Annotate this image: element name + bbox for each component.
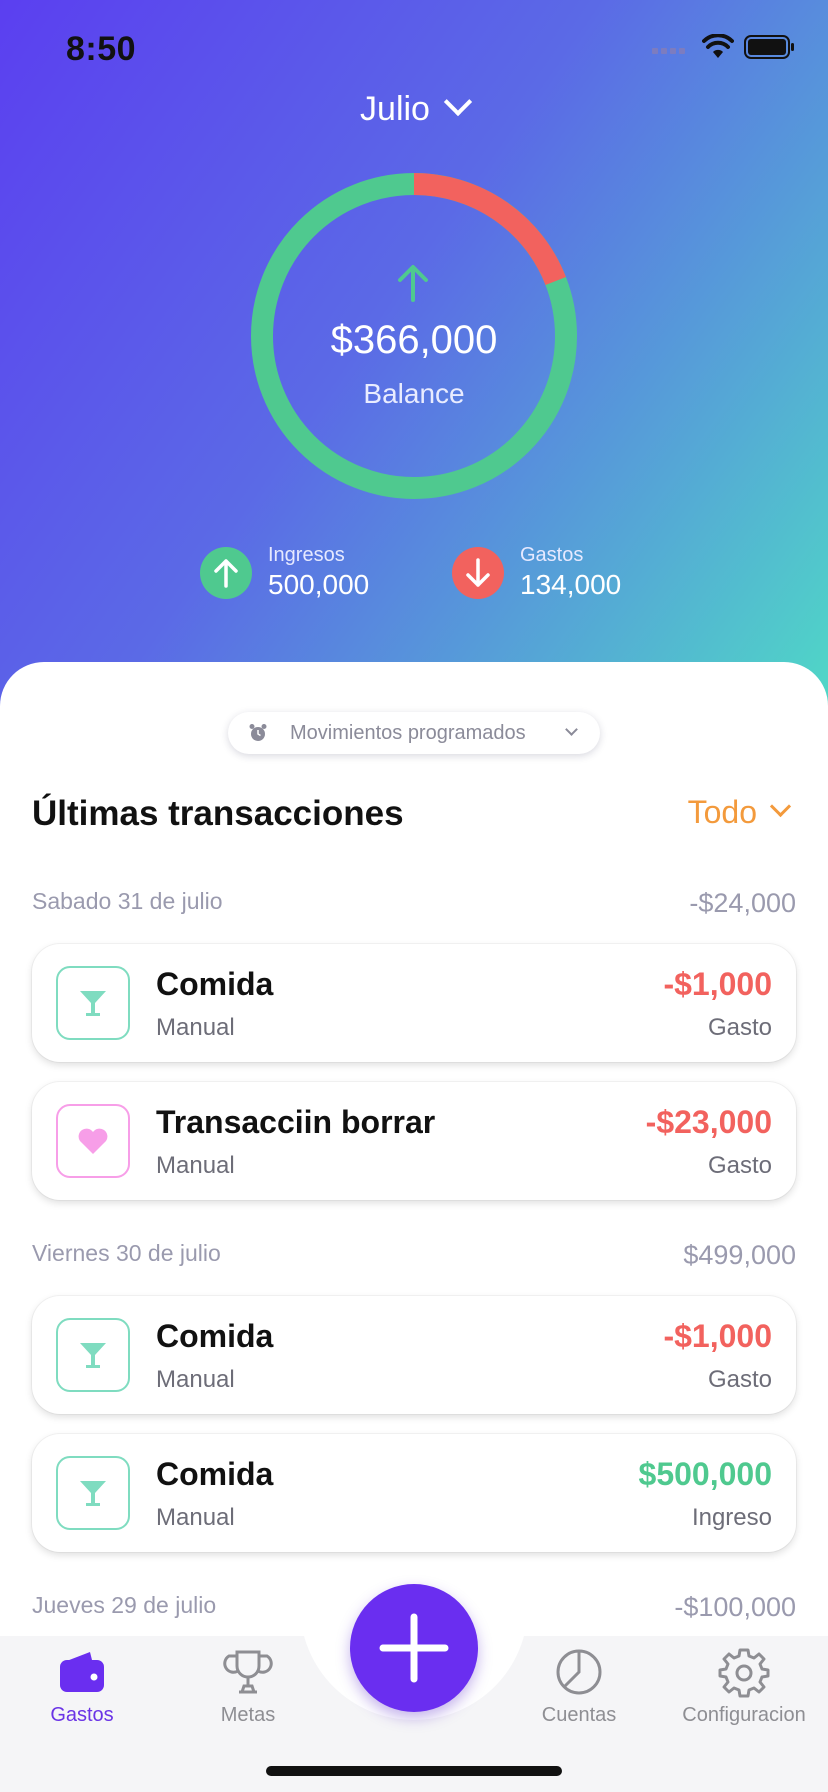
transactions-title: Últimas transacciones <box>32 794 404 833</box>
filter-label: Todo <box>687 794 757 830</box>
tab-label: Metas <box>220 1704 276 1726</box>
pie-chart-icon <box>556 1649 602 1695</box>
battery-icon <box>744 35 794 59</box>
transaction-card[interactable]: Comida Manual -$1,000 Gasto <box>32 1296 796 1414</box>
cocktail-icon <box>56 1318 130 1392</box>
day-date: Jueves 29 de julio <box>32 1592 217 1618</box>
tab-label: Configuracion <box>682 1704 806 1726</box>
transaction-title: Comida <box>156 1318 274 1354</box>
day-header: Sabado 31 de julio -$24,000 <box>32 888 796 919</box>
income-label: Ingresos <box>268 544 345 566</box>
transaction-card[interactable]: Comida Manual -$1,000 Gasto <box>32 944 796 1062</box>
gear-icon <box>718 1648 770 1698</box>
expense-value: 134,000 <box>520 569 622 600</box>
balance-amount: $366,000 <box>330 318 498 362</box>
transactions-filter[interactable]: Todo <box>687 794 792 831</box>
transaction-amount: -$1,000 <box>663 1318 772 1354</box>
transaction-type: Gasto <box>707 1014 772 1041</box>
day-date: Sabado 31 de julio <box>32 888 223 914</box>
tab-gastos[interactable]: Gastos <box>2 1646 162 1727</box>
transaction-source: Manual <box>156 1366 235 1393</box>
wallet-icon <box>60 1652 104 1692</box>
income-arrow-icon <box>200 546 252 599</box>
transaction-type: Ingreso <box>691 1504 772 1531</box>
transaction-title: Comida <box>156 966 274 1002</box>
chevron-down-icon <box>443 87 473 117</box>
add-transaction-button[interactable] <box>350 1584 478 1712</box>
transaction-title: Comida <box>156 1456 274 1492</box>
day-total: $499,000 <box>683 1240 796 1270</box>
transaction-title: Transacciin borrar <box>156 1104 436 1140</box>
transaction-amount: -$1,000 <box>663 966 772 1002</box>
expense-summary: Gastos 134,000 <box>452 544 621 601</box>
transaction-card[interactable]: Transacciin borrar Manual -$23,000 Gasto <box>32 1082 796 1200</box>
expense-arrow-icon <box>452 546 504 599</box>
expense-label: Gastos <box>520 544 584 566</box>
status-time: 8:50 <box>66 30 137 68</box>
home-indicator <box>266 1766 562 1776</box>
transaction-amount: $500,000 <box>638 1456 772 1492</box>
transaction-type: Gasto <box>707 1366 772 1393</box>
income-summary: Ingresos 500,000 <box>200 544 369 601</box>
alarm-clock-icon <box>249 724 267 741</box>
tab-label: Gastos <box>50 1704 114 1726</box>
cellular-signal-icon <box>652 48 685 54</box>
day-header: Viernes 30 de julio $499,000 <box>32 1240 796 1271</box>
tab-cuentas[interactable]: Cuentas <box>499 1646 659 1727</box>
day-total: -$24,000 <box>689 888 796 918</box>
tab-configuracion[interactable]: Configuracion <box>664 1646 824 1727</box>
chevron-down-icon <box>565 723 578 736</box>
status-icons <box>652 34 796 60</box>
month-label: Julio <box>360 90 430 128</box>
status-bar: 8:50 <box>0 0 828 100</box>
balance-label: Balance <box>363 378 465 409</box>
transaction-source: Manual <box>156 1152 235 1179</box>
scheduled-movements-label: Movimientos programados <box>290 721 526 744</box>
chevron-down-icon <box>769 795 792 818</box>
transaction-card[interactable]: Comida Manual $500,000 Ingreso <box>32 1434 796 1552</box>
cocktail-icon <box>56 1456 130 1530</box>
month-selector[interactable]: Julio <box>0 87 828 129</box>
transaction-amount: -$23,000 <box>645 1104 772 1140</box>
scheduled-movements-button[interactable]: Movimientos programados <box>228 712 600 754</box>
plus-icon <box>379 1613 449 1683</box>
tab-label: Cuentas <box>541 1704 617 1726</box>
day-date: Viernes 30 de julio <box>32 1240 221 1266</box>
transaction-source: Manual <box>156 1504 235 1531</box>
ring-expense-arc <box>413 173 566 286</box>
transaction-source: Manual <box>156 1014 235 1041</box>
transaction-type: Gasto <box>707 1152 772 1179</box>
up-arrow-icon <box>398 265 428 302</box>
income-value: 500,000 <box>268 569 370 600</box>
heart-icon <box>56 1104 130 1178</box>
day-total: -$100,000 <box>674 1592 796 1622</box>
tab-metas[interactable]: Metas <box>168 1646 328 1727</box>
trophy-icon <box>223 1650 273 1694</box>
wifi-icon <box>702 34 734 58</box>
cocktail-icon <box>56 966 130 1040</box>
